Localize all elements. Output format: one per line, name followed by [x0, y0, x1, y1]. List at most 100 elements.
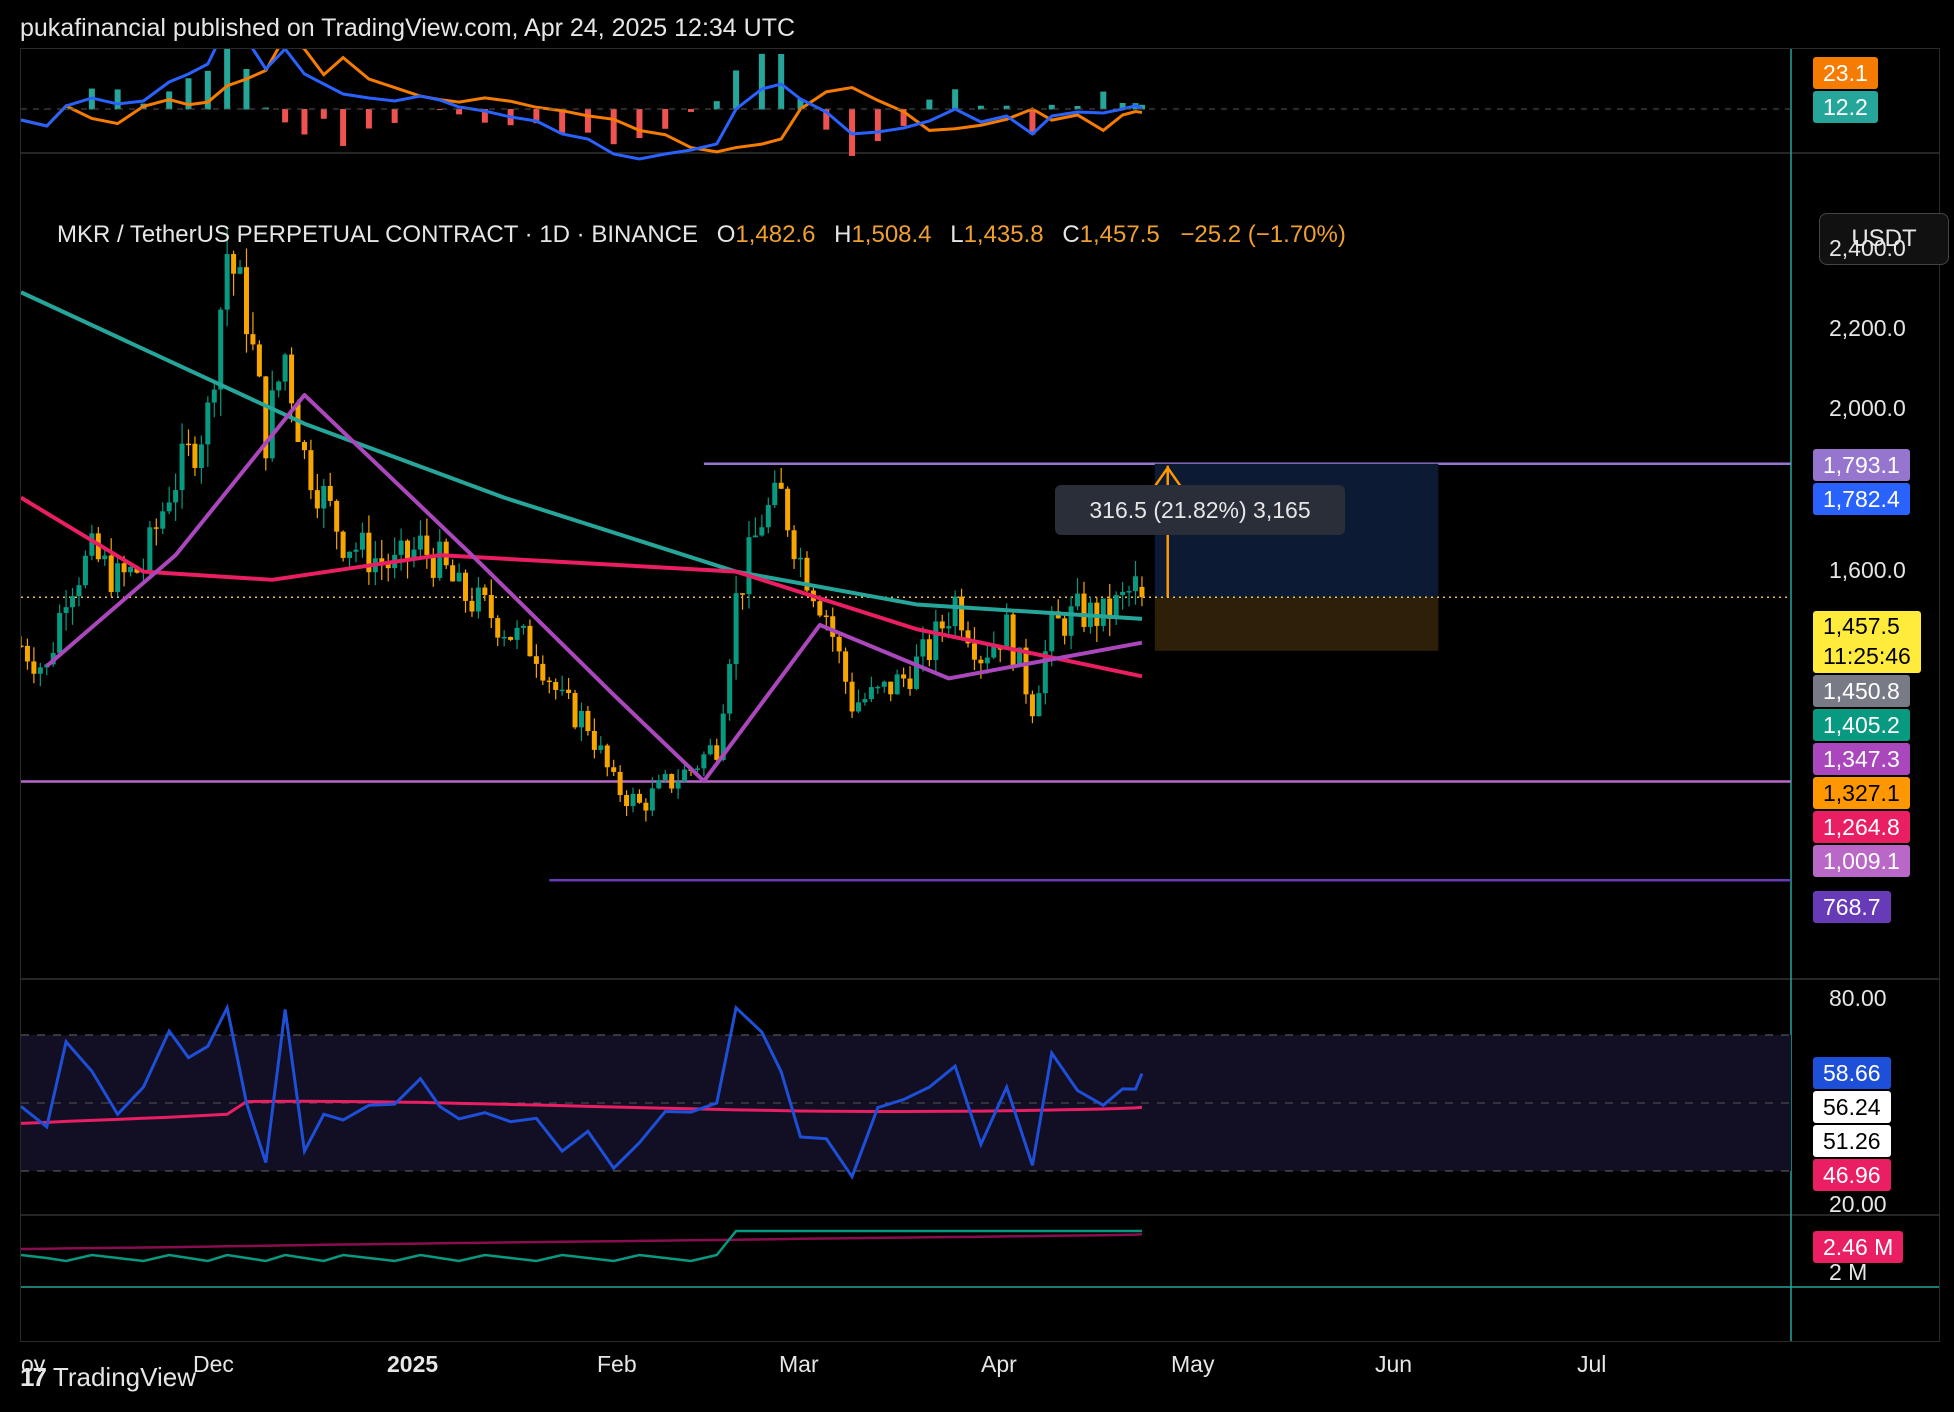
- macd-histogram-bar: [636, 109, 643, 139]
- candle-body: [978, 659, 984, 664]
- volume-pane: [21, 1229, 1143, 1263]
- candle-body: [1062, 618, 1068, 636]
- rsi-tag: 46.96: [1813, 1159, 1891, 1191]
- candle-body: [501, 636, 507, 639]
- change-value: −25.2 (−1.70%): [1180, 221, 1346, 248]
- candle-body: [894, 674, 900, 695]
- rsi-tag: 56.24: [1813, 1091, 1891, 1123]
- candle-body: [508, 636, 514, 640]
- macd-histogram-bar: [320, 109, 327, 119]
- symbol-legend: MKR / TetherUS PERPETUAL CONTRACT · 1D ·…: [57, 221, 1346, 249]
- macd-histogram-bar: [224, 49, 231, 110]
- macd-histogram-bar: [662, 109, 669, 129]
- price-tick: 2,000.0: [1829, 395, 1906, 421]
- candle-body: [566, 689, 572, 693]
- candle-body: [231, 254, 237, 274]
- macd-histogram-bar: [584, 109, 591, 133]
- candle-body: [488, 594, 494, 619]
- candle-body: [463, 572, 469, 601]
- candle-body: [881, 681, 887, 687]
- candle-body: [424, 535, 430, 555]
- candle-body: [128, 566, 134, 573]
- candle-body: [301, 442, 307, 451]
- candle-body: [759, 527, 765, 536]
- price-tag: 1,009.1: [1813, 845, 1910, 877]
- macd-histogram-bar: [758, 53, 765, 110]
- chart-frame[interactable]: MKR / TetherUS PERPETUAL CONTRACT · 1D ·…: [20, 48, 1949, 1377]
- candle-body: [218, 309, 224, 390]
- candle-body: [37, 667, 43, 674]
- candle-body: [1081, 593, 1087, 627]
- rsi-tick: 20.00: [1829, 1191, 1887, 1217]
- candle-body: [205, 402, 211, 445]
- candle-body: [946, 626, 952, 629]
- close-value: 1,457.5: [1079, 221, 1160, 248]
- candle-body: [682, 769, 688, 782]
- candle-body: [527, 625, 533, 657]
- candle-body: [514, 627, 520, 640]
- candle-body: [959, 596, 965, 631]
- high-label: H: [834, 221, 852, 248]
- candle-body: [256, 344, 262, 377]
- candle-body: [314, 490, 320, 509]
- candle-body: [224, 254, 230, 310]
- macd-histogram-bar: [282, 109, 289, 123]
- candle-body: [469, 600, 475, 612]
- candle-body: [849, 681, 855, 712]
- candle-body: [649, 788, 655, 811]
- countdown-timer: 11:25:46: [1823, 643, 1911, 669]
- candle-body: [57, 612, 63, 654]
- candle-body: [540, 663, 546, 681]
- candle-body: [971, 643, 977, 660]
- candle-body: [913, 656, 919, 689]
- candle-body: [192, 443, 198, 468]
- candle-body: [669, 774, 675, 789]
- x-tick: Jul: [1577, 1351, 1607, 1377]
- candle-body: [765, 505, 771, 528]
- price-tag: 1,793.1: [1813, 449, 1910, 481]
- candle-body: [952, 596, 958, 627]
- candle-body: [430, 554, 436, 578]
- price-tag: 1,450.8: [1813, 675, 1910, 707]
- macd-tag: 12.2: [1813, 91, 1878, 123]
- candle-body: [347, 551, 353, 558]
- candle-body: [817, 601, 823, 616]
- price-pane: [21, 229, 1791, 882]
- candle-body: [198, 444, 204, 468]
- candle-body: [533, 656, 539, 664]
- open-label: O: [716, 221, 736, 248]
- candle-body: [984, 657, 990, 664]
- candle-body: [617, 771, 623, 796]
- moving-average-teal: [21, 290, 1143, 621]
- candle-body: [746, 537, 752, 595]
- volume-tag: 2.46 M: [1813, 1231, 1904, 1263]
- candle-body: [108, 555, 114, 592]
- candle-body: [604, 745, 610, 768]
- measure-label: 316.5 (21.82%) 3,165: [1055, 485, 1345, 535]
- candle-body: [546, 680, 552, 683]
- macd-histogram-bar: [301, 109, 308, 135]
- candle-body: [578, 710, 584, 728]
- macd-tag: 23.1: [1813, 57, 1878, 89]
- volume-ma-line: [21, 1233, 1143, 1251]
- macd-histogram-bar: [365, 109, 372, 129]
- price-tag: 1,264.8: [1813, 811, 1910, 843]
- candle-body: [1120, 591, 1126, 596]
- candle-body: [901, 674, 907, 679]
- candle-body: [830, 616, 836, 637]
- macd-pane: [21, 49, 1145, 161]
- candle-body: [1029, 694, 1035, 717]
- candle-body: [701, 754, 707, 769]
- macd-histogram-bar: [733, 70, 740, 110]
- candle-body: [21, 645, 24, 648]
- candle-body: [289, 354, 295, 404]
- candle-body: [785, 488, 791, 531]
- footer-brand[interactable]: 17 TradingView: [20, 1362, 196, 1393]
- x-tick: Feb: [597, 1351, 637, 1377]
- candle-body: [340, 531, 346, 558]
- candle-body: [1023, 647, 1029, 695]
- candle-body: [31, 661, 37, 674]
- candle-body: [173, 490, 179, 503]
- price-tag: 1,782.4: [1813, 483, 1910, 515]
- brand-name: TradingView: [52, 1362, 196, 1392]
